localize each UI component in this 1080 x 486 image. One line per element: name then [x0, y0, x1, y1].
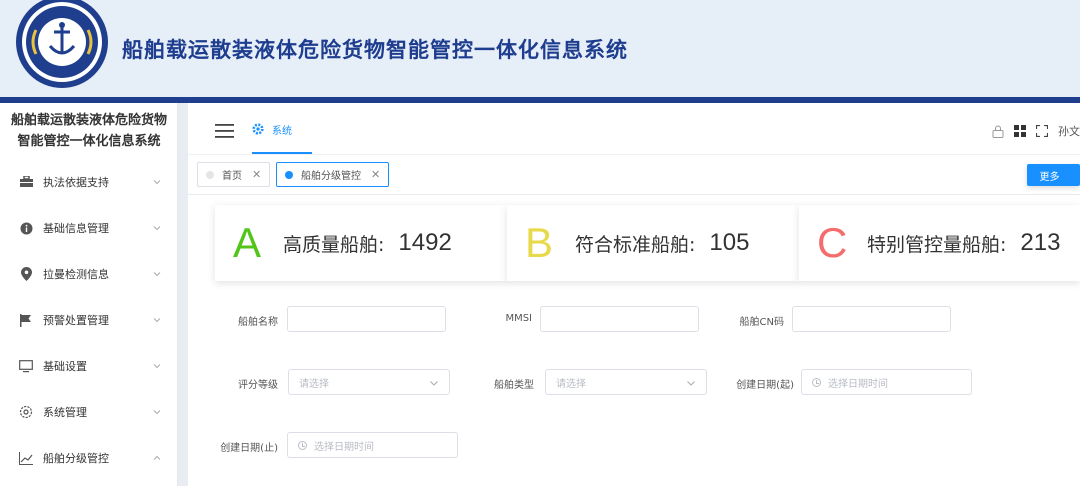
chevron-down-icon: [153, 226, 161, 231]
grade-count: 105: [709, 229, 750, 256]
user-name[interactable]: 孙文: [1058, 123, 1080, 139]
more-button[interactable]: 更多: [1027, 164, 1080, 186]
top-navbar: 系统 孙文: [188, 103, 1080, 155]
created-end-label: 创建日期(止): [220, 443, 278, 454]
grade-label: 高质量船舶:: [283, 233, 385, 256]
sidebar: 船舶载运散装液体危险货物 智能管控一体化信息系统 执法依据支持 基础信息管理 拉…: [0, 103, 178, 486]
sidebar-gutter: [178, 103, 188, 486]
created-start-picker[interactable]: 选择日期时间: [801, 369, 972, 395]
chevron-down-icon: [153, 180, 161, 185]
sidebar-item-warning[interactable]: 预警处置管理: [0, 304, 178, 336]
briefcase-icon: [19, 175, 33, 189]
lock-icon[interactable]: [992, 125, 1004, 138]
ship-type-placeholder: 请选择: [556, 378, 586, 390]
grade-count: 213: [1020, 229, 1061, 256]
ship-name-label: 船舶名称: [238, 317, 278, 328]
tags-view-bar: 首页 ✕ 船舶分级管控 ✕ 更多: [188, 155, 1080, 195]
chevron-down-icon: [153, 272, 161, 277]
sidebar-item-label: 基础信息管理: [43, 222, 109, 235]
rating-label: 评分等级: [238, 380, 278, 391]
sidebar-title-line2: 智能管控一体化信息系统: [17, 134, 161, 149]
chevron-down-icon: [153, 364, 161, 369]
chevron-down-icon: [430, 381, 438, 386]
sidebar-item-label: 船舶分级管控: [43, 452, 109, 465]
tag-current-label: 船舶分级管控: [301, 171, 361, 182]
grid-icon[interactable]: [1014, 125, 1026, 137]
ship-name-input[interactable]: [287, 306, 446, 332]
ship-type-label: 船舶类型: [494, 380, 534, 391]
app-title: 船舶载运散装液体危险货物智能管控一体化信息系统: [122, 38, 628, 62]
sidebar-item-raman[interactable]: 拉曼检测信息: [0, 258, 178, 290]
tag-dot: [285, 170, 293, 179]
tab-system-label: 系统: [272, 125, 292, 137]
sidebar-item-law-support[interactable]: 执法依据支持: [0, 166, 178, 198]
fullscreen-icon[interactable]: [1036, 125, 1048, 137]
close-icon[interactable]: ✕: [252, 168, 261, 181]
chevron-up-icon: [153, 455, 161, 460]
tag-ship-grading[interactable]: 船舶分级管控 ✕: [276, 162, 390, 187]
sidebar-item-basic-info[interactable]: 基础信息管理: [0, 212, 178, 244]
location-pin-icon: [19, 267, 33, 281]
sidebar-item-label: 预警处置管理: [43, 314, 109, 327]
ship-type-select[interactable]: 请选择: [545, 369, 707, 395]
info-icon: [19, 221, 33, 235]
header-banner: 船舶载运散装液体危险货物智能管控一体化信息系统: [0, 0, 1080, 97]
grade-label: 特别管控量船舶:: [867, 233, 1007, 256]
chevron-down-icon: [153, 410, 161, 415]
monitor-icon: [19, 359, 33, 373]
created-end-placeholder: 选择日期时间: [314, 441, 374, 453]
clock-icon: [298, 440, 307, 450]
grade-letter: B: [525, 219, 554, 266]
gear-icon: [252, 123, 264, 135]
topnav-actions: 孙文: [992, 121, 1080, 141]
grade-card-c: C 特别管控量船舶: 213: [799, 205, 1080, 281]
sidebar-title-line1: 船舶载运散装液体危险货物: [10, 113, 167, 128]
mmsi-label: MMSI: [505, 313, 532, 324]
chevron-down-icon: [687, 381, 695, 386]
created-end-picker[interactable]: 选择日期时间: [287, 432, 458, 458]
clock-icon: [812, 377, 821, 387]
cn-code-label: 船舶CN码: [739, 317, 784, 328]
rating-placeholder: 请选择: [299, 378, 329, 390]
sidebar-item-label: 系统管理: [43, 406, 87, 419]
flag-icon: [19, 313, 33, 327]
chart-icon: [19, 451, 33, 465]
tag-home[interactable]: 首页 ✕: [197, 162, 271, 187]
grade-card-b: B 符合标准船舶: 105: [507, 205, 799, 281]
sidebar-title: 船舶载运散装液体危险货物 智能管控一体化信息系统: [0, 110, 178, 152]
grade-count: 1492: [398, 229, 452, 256]
cn-code-input[interactable]: [792, 306, 951, 332]
mmsi-input[interactable]: [540, 306, 699, 332]
sidebar-item-label: 拉曼检测信息: [43, 268, 109, 281]
grade-label: 符合标准船舶:: [575, 233, 696, 256]
grade-card-a: A 高质量船舶: 1492: [215, 205, 507, 281]
tag-dot: [206, 170, 214, 179]
grade-letter: C: [817, 219, 848, 266]
created-start-label: 创建日期(起): [736, 380, 794, 391]
sidebar-item-system-management[interactable]: 系统管理: [0, 396, 178, 428]
settings-icon: [19, 405, 33, 419]
main-content: A 高质量船舶: 1492 B 符合标准船舶: 105 C 特别管控量船舶: 2…: [188, 195, 1080, 486]
rating-select[interactable]: 请选择: [288, 369, 450, 395]
msa-logo: [16, 0, 108, 88]
created-start-placeholder: 选择日期时间: [828, 378, 888, 390]
hamburger-menu-icon[interactable]: [215, 124, 234, 138]
sidebar-item-ship-grading[interactable]: 船舶分级管控: [0, 442, 178, 474]
grade-letter: A: [233, 219, 262, 266]
sidebar-item-label: 执法依据支持: [43, 176, 109, 189]
chevron-down-icon: [153, 318, 161, 323]
active-tab-indicator: [252, 152, 312, 154]
sidebar-item-basic-settings[interactable]: 基础设置: [0, 350, 178, 382]
close-icon[interactable]: ✕: [371, 168, 380, 181]
tab-system[interactable]: 系统: [252, 103, 292, 155]
sidebar-item-label: 基础设置: [43, 360, 87, 373]
tag-home-label: 首页: [222, 171, 242, 182]
